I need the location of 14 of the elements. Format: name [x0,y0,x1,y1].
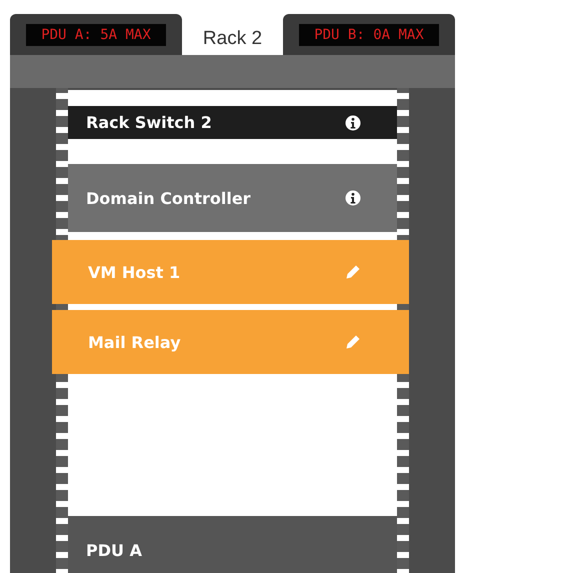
device-name: VM Host 1 [88,262,180,282]
device-name: PDU A [86,540,142,560]
rack-tab[interactable]: PDU A: 5A MAX [10,14,182,55]
device-name: Rack Switch 2 [86,113,212,132]
current-display: PDU B: 0A MAX [299,24,439,46]
rack-device[interactable]: Domain Controller [68,164,397,232]
info-icon[interactable] [345,190,361,206]
current-display: PDU A: 5A MAX [26,24,166,46]
rack-device[interactable]: Rack Switch 2 [68,106,397,139]
rack-device[interactable]: PDU A [68,516,397,573]
device-name: Domain Controller [86,188,251,208]
device-name: Mail Relay [88,332,181,352]
rack-tab[interactable]: PDU B: 0A MAX [283,14,455,55]
info-icon[interactable] [345,114,361,130]
